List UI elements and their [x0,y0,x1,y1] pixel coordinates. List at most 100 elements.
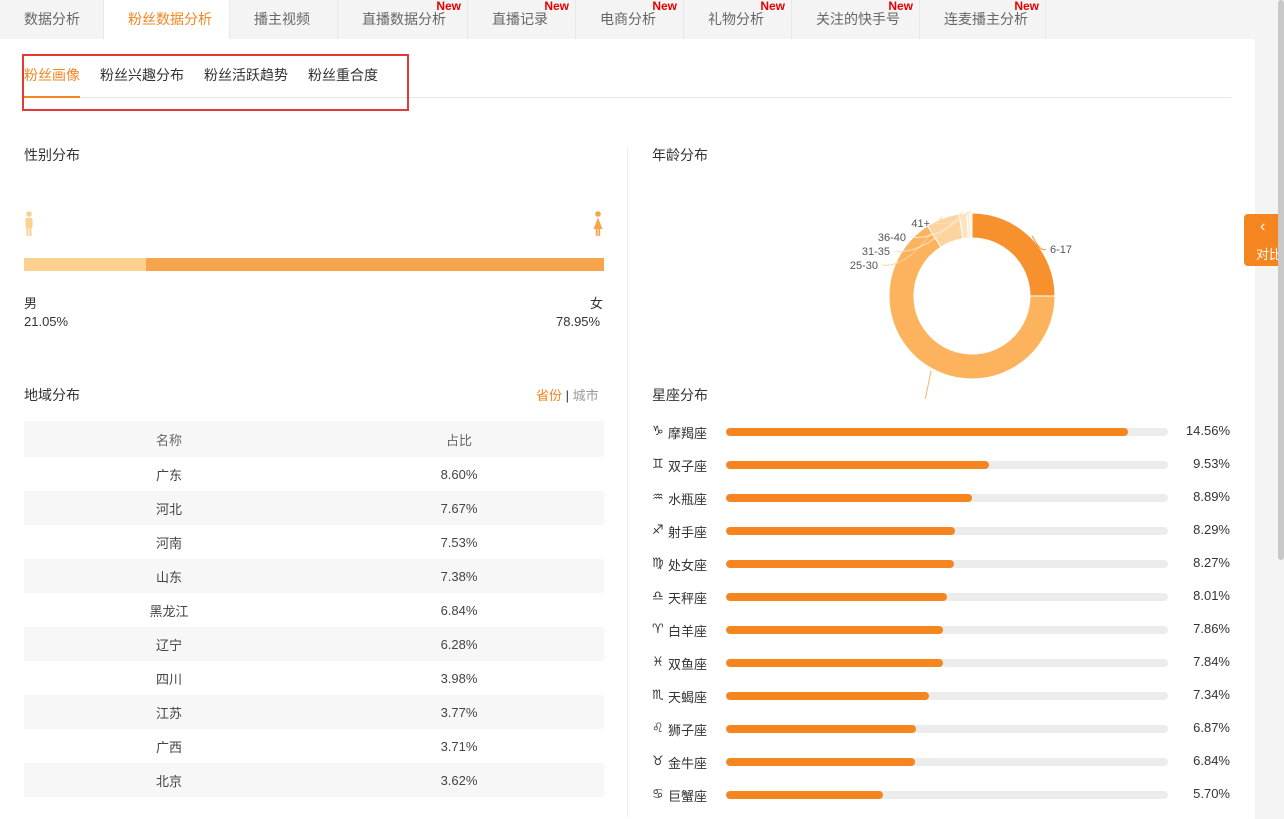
zodiac-name: 金牛座 [668,756,708,771]
zodiac-bar [726,758,915,766]
zodiac-bar [726,593,948,601]
new-badge: New [888,0,913,13]
zodiac-name: 巨蟹座 [668,789,708,804]
top-tab-1[interactable]: 数据分析 [0,0,104,39]
male-value: 21.05% [24,314,69,329]
top-tab-7[interactable]: 礼物分析 New [684,0,792,39]
new-badge: New [544,0,569,13]
top-tab-label: 直播数据分析 [362,11,446,27]
table-row: 山东 7.38% [24,559,604,593]
zodiac-name: 射手座 [668,525,708,540]
region-name: 辽宁 [155,637,182,653]
region-ratio: 3.71% [440,738,478,754]
zodiac-value: 5.70% [1193,786,1230,801]
top-tab-label: 直播记录 [492,11,548,27]
header-ratio: 占比 [445,432,472,448]
zodiac-row: ♑ 摩羯座 14.56% [652,422,1242,442]
switch-separator: | [565,388,570,403]
region-ratio: 7.67% [440,500,478,516]
region-name: 黑龙江 [149,603,189,619]
donut-slice-41+[interactable] [969,212,973,239]
top-tab-6[interactable]: 电商分析 New [576,0,684,39]
table-header: 名称 占比 [24,421,604,457]
zodiac-value: 8.01% [1193,588,1230,603]
new-badge: New [760,0,785,13]
region-ratio: 6.28% [440,636,478,652]
male-label: 男 [24,296,38,311]
zodiac-name: 天蝎座 [668,690,708,705]
table-row: 四川 3.98% [24,661,604,695]
top-tab-9[interactable]: 连麦播主分析 New [920,0,1046,39]
zodiac-bar-track [726,692,1168,700]
zodiac-name: 双鱼座 [668,657,708,672]
zodiac-value: 9.53% [1193,456,1230,471]
zodiac-bar [726,461,990,469]
zodiac-icon: ♊ [652,456,664,471]
region-ratio: 7.53% [440,534,478,550]
zodiac-bar [726,560,955,568]
female-icon [593,211,603,236]
region-name: 北京 [155,773,182,789]
region-name: 广东 [155,467,182,483]
female-value: 78.95% [556,314,601,329]
content-card: 粉丝画像 粉丝兴趣分布 粉丝活跃趋势 粉丝重合度 性别分布 男 21.05% 女… [0,39,1255,819]
zodiac-icon: ♉ [652,753,664,768]
donut-leader-line [924,370,932,399]
province-toggle[interactable]: 省份 [536,388,562,403]
table-row: 广东 8.60% [24,457,604,491]
region-table: 名称 占比 广东 8.60% 河北 7.67% 河南 7.53% 山东 7.38% 黑龙江 6.8… [24,421,604,797]
zodiac-bar [726,791,884,799]
region-ratio: 7.38% [440,568,478,584]
zodiac-bar-track [726,659,1168,667]
zodiac-bar [726,428,1129,436]
new-badge: New [436,0,461,13]
table-row: 广西 3.71% [24,729,604,763]
zodiac-bar [726,725,916,733]
top-tab-4[interactable]: 直播数据分析 New [338,0,468,39]
city-toggle[interactable]: 城市 [573,388,599,403]
top-tab-8[interactable]: 关注的快手号 New [792,0,920,39]
zodiac-row: ♐ 射手座 8.29% [652,521,1242,541]
zodiac-row: ♋ 巨蟹座 5.70% [652,785,1242,805]
zodiac-bar [726,659,943,667]
top-tab-label: 电商分析 [600,11,656,27]
new-badge: New [652,0,677,13]
zodiac-bar-track [726,560,1168,568]
top-tab-label: 粉丝数据分析 [128,11,212,27]
zodiac-row: ♈ 白羊座 7.86% [652,620,1242,640]
table-row: 河北 7.67% [24,491,604,525]
table-row: 辽宁 6.28% [24,627,604,661]
zodiac-title: 星座分布 [652,387,708,403]
zodiac-value: 8.89% [1193,489,1230,504]
zodiac-value: 7.84% [1193,654,1230,669]
region-name: 山东 [155,569,182,585]
donut-slice-6-17[interactable] [971,212,1056,297]
region-ratio: 8.60% [440,466,478,482]
zodiac-bar-track [726,791,1168,799]
zodiac-icon: ♎ [652,588,664,603]
zodiac-icon: ♓ [652,654,664,669]
zodiac-bar-track [726,626,1168,634]
region-name: 河南 [155,535,182,551]
zodiac-icon: ♑ [652,423,664,438]
zodiac-name: 处女座 [668,558,708,573]
scrollbar[interactable] [1278,0,1284,560]
table-row: 河南 7.53% [24,525,604,559]
zodiac-icon: ♒ [652,489,664,504]
zodiac-row: ♓ 双鱼座 7.84% [652,653,1242,673]
zodiac-row: ♏ 天蝎座 7.34% [652,686,1242,706]
zodiac-value: 8.27% [1193,555,1230,570]
zodiac-name: 水瓶座 [668,492,708,507]
zodiac-bar-track [726,593,1168,601]
zodiac-name: 天秤座 [668,591,708,606]
top-tab-5[interactable]: 直播记录 New [468,0,576,39]
top-tab-3[interactable]: 播主视频 [230,0,338,39]
zodiac-icon: ♏ [652,687,664,702]
top-tab-label: 礼物分析 [708,11,764,27]
female-bar-segment [146,258,604,271]
zodiac-value: 6.84% [1193,753,1230,768]
top-tab-2[interactable]: 粉丝数据分析 [104,0,230,39]
zodiac-value: 14.56% [1185,423,1230,438]
zodiac-name: 双子座 [668,459,708,474]
zodiac-icon: ♐ [652,522,664,537]
